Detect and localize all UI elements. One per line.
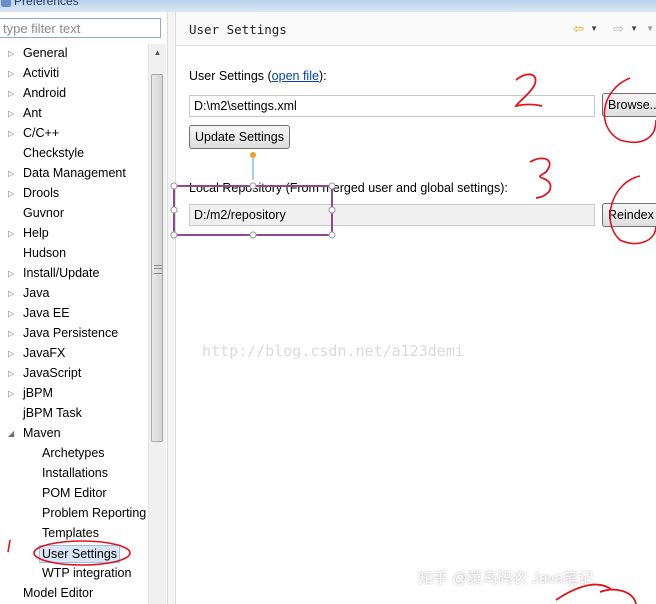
expand-arrow-icon[interactable]: ▷ xyxy=(8,344,16,363)
browse-button[interactable]: Browse... xyxy=(602,93,656,117)
expand-arrow-icon[interactable]: ▷ xyxy=(8,104,16,123)
local-repository-label: Local Repository (From merged user and g… xyxy=(189,181,508,195)
expand-arrow-icon[interactable]: ▷ xyxy=(8,124,16,143)
preference-tree-panel: ▷ General ▷ Activiti ▷ Android ▷ Ant ▷ C… xyxy=(0,12,167,604)
local-repository-field: D:/m2/repository xyxy=(189,204,595,226)
title-bar: Preferences xyxy=(0,0,656,12)
expand-arrow-icon[interactable]: ▷ xyxy=(8,224,16,243)
collapse-arrow-icon[interactable]: ◢ xyxy=(8,424,16,443)
forward-dropdown-icon[interactable]: ▼ xyxy=(630,21,638,37)
panel-splitter[interactable] xyxy=(167,12,176,604)
page-title: User Settings xyxy=(189,22,287,37)
expand-arrow-icon[interactable]: ▷ xyxy=(8,64,16,83)
update-settings-button[interactable]: Update Settings xyxy=(189,125,290,149)
scroll-grip-icon xyxy=(154,265,162,274)
expand-arrow-icon[interactable]: ▷ xyxy=(8,184,16,203)
preference-page: User Settings ⇦ ▼ ⇨ ▼ ▼ User Settings (o… xyxy=(176,12,656,604)
zhihu-watermark: 知乎 @菜鸟码农 Java笔记 xyxy=(418,570,594,587)
view-menu-icon[interactable]: ▼ xyxy=(646,21,654,37)
user-settings-label: User Settings (open file): xyxy=(189,69,327,83)
expand-arrow-icon[interactable]: ▷ xyxy=(8,384,16,403)
page-header: User Settings ⇦ ▼ ⇨ ▼ ▼ xyxy=(176,12,656,46)
scroll-up-arrow-icon[interactable]: ▲ xyxy=(149,44,166,61)
expand-arrow-icon[interactable]: ▷ xyxy=(8,264,16,283)
expand-arrow-icon[interactable]: ▷ xyxy=(8,84,16,103)
expand-arrow-icon[interactable]: ▷ xyxy=(8,164,16,183)
expand-arrow-icon[interactable]: ▷ xyxy=(8,364,16,383)
back-arrow-icon[interactable]: ⇦ xyxy=(573,21,584,37)
expand-arrow-icon[interactable]: ▷ xyxy=(8,304,16,323)
forward-arrow-icon[interactable]: ⇨ xyxy=(613,21,624,37)
selected-tree-label: User Settings xyxy=(39,545,121,563)
user-settings-file-field[interactable]: D:\m2\settings.xml xyxy=(189,95,595,117)
expand-arrow-icon[interactable]: ▷ xyxy=(8,324,16,343)
back-dropdown-icon[interactable]: ▼ xyxy=(590,21,598,37)
csdn-watermark: http://blog.csdn.net/a123demi xyxy=(202,342,464,360)
expand-arrow-icon[interactable]: ▷ xyxy=(8,44,16,63)
tree-scrollbar[interactable]: ▲ xyxy=(148,44,166,604)
filter-input[interactable] xyxy=(0,18,161,38)
app-icon xyxy=(1,0,11,7)
scrollbar-thumb[interactable] xyxy=(151,74,163,442)
expand-arrow-icon[interactable]: ▷ xyxy=(8,284,16,303)
preferences-window: Preferences ▷ General ▷ Activiti ▷ Andro… xyxy=(0,0,656,604)
open-file-link[interactable]: open file xyxy=(272,69,319,83)
window-title: Preferences xyxy=(14,0,79,8)
reindex-button[interactable]: Reindex xyxy=(602,203,656,227)
